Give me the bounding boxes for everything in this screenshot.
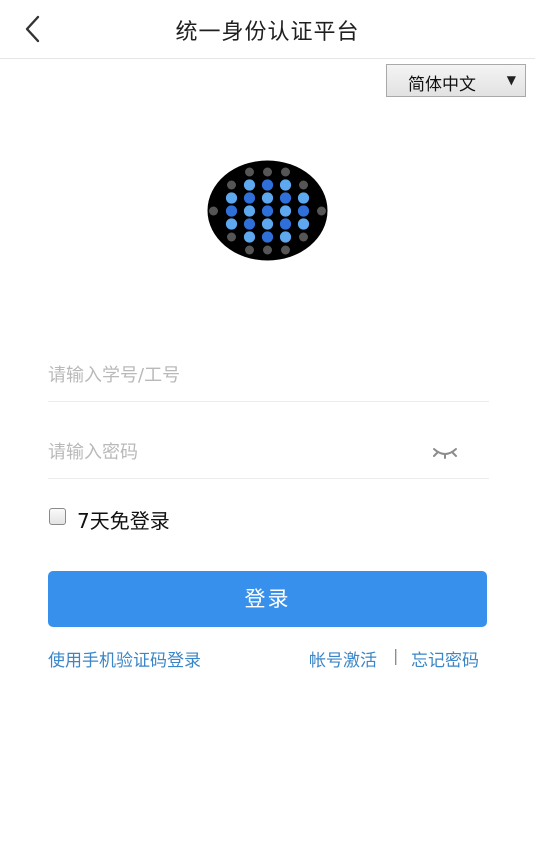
- forgot-password-link[interactable]: 忘记密码: [411, 646, 479, 671]
- logo-dot: [243, 192, 256, 204]
- logo-dot: [209, 206, 218, 216]
- logo-dot: [299, 232, 308, 242]
- logo-dot: [225, 192, 238, 204]
- logo-dot: [245, 245, 254, 255]
- language-select[interactable]: 简体中文 ▼: [386, 64, 526, 97]
- logo-dot: [297, 218, 310, 230]
- password-field: [48, 426, 489, 479]
- username-input[interactable]: [48, 349, 428, 401]
- logo-dot: [243, 205, 256, 217]
- dot-matrix-logo-icon: [207, 160, 328, 261]
- logo-dot: [279, 231, 292, 243]
- logo-dot: [261, 179, 274, 191]
- logo-dot: [263, 167, 272, 177]
- logo: [207, 160, 328, 261]
- eye-closed-icon: [433, 448, 457, 459]
- remember-label: 7天免登录: [77, 509, 170, 533]
- password-input[interactable]: [48, 426, 428, 478]
- logo-dot: [245, 167, 254, 177]
- logo-dot: [243, 179, 256, 191]
- logo-dot: [261, 231, 274, 243]
- activate-account-link[interactable]: 帐号激活: [309, 646, 377, 671]
- logo-dot: [227, 232, 236, 242]
- logo-dot: [297, 192, 310, 204]
- dropdown-arrow-icon: ▼: [506, 73, 516, 87]
- username-field: [48, 349, 489, 402]
- link-separator: |: [393, 646, 399, 665]
- logo-dot: [225, 205, 238, 217]
- logo-dot: [279, 218, 292, 230]
- remember-checkbox[interactable]: [49, 508, 66, 525]
- logo-dot: [263, 245, 272, 255]
- toggle-password-visibility[interactable]: [431, 442, 459, 462]
- header-bar: 统一身份认证平台: [0, 0, 535, 59]
- logo-dot: [243, 231, 256, 243]
- logo-dot: [279, 205, 292, 217]
- login-button[interactable]: 登录: [48, 571, 487, 627]
- logo-dot: [281, 167, 290, 177]
- language-select-value: 简体中文: [408, 75, 476, 95]
- logo-dot: [261, 205, 274, 217]
- logo-dot: [243, 218, 256, 230]
- logo-dot: [299, 180, 308, 190]
- logo-dot: [261, 192, 274, 204]
- logo-dot: [279, 192, 292, 204]
- logo-dot: [261, 218, 274, 230]
- logo-dot: [225, 218, 238, 230]
- logo-dot: [297, 205, 310, 217]
- logo-dot: [227, 180, 236, 190]
- sms-login-link[interactable]: 使用手机验证码登录: [48, 646, 201, 671]
- logo-dot: [281, 245, 290, 255]
- logo-dot: [317, 206, 326, 216]
- logo-dot: [279, 179, 292, 191]
- page-title: 统一身份认证平台: [175, 20, 360, 45]
